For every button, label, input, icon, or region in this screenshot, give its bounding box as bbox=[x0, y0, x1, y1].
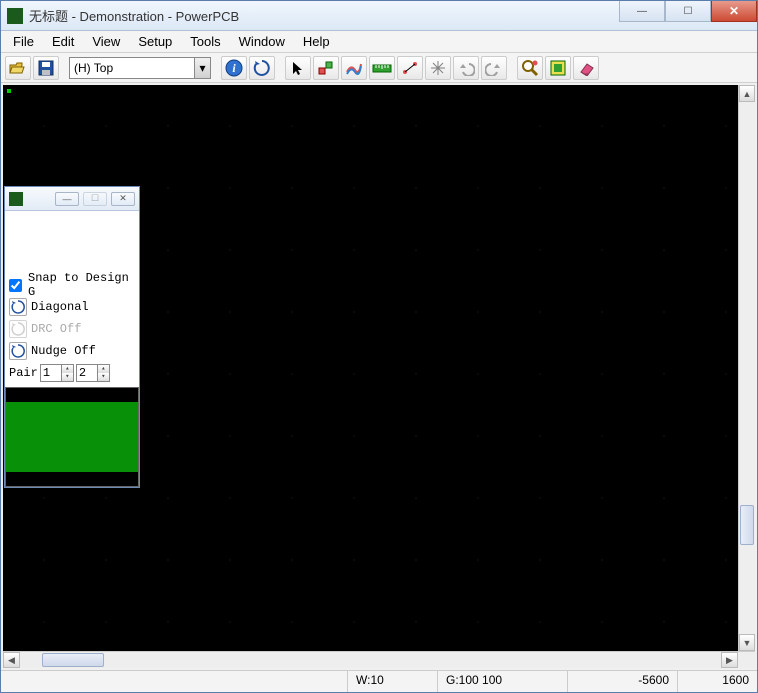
scroll-thumb[interactable] bbox=[740, 505, 754, 545]
save-button[interactable] bbox=[33, 56, 59, 80]
pair1-spinner[interactable]: ▴▾ bbox=[40, 364, 74, 382]
window-controls bbox=[619, 1, 757, 22]
dimension-icon bbox=[401, 60, 419, 76]
eraser-icon bbox=[577, 60, 595, 76]
layer-dropdown[interactable]: (H) Top ▾ bbox=[69, 57, 211, 79]
pair1-input[interactable] bbox=[41, 366, 61, 380]
route-icon bbox=[345, 60, 363, 76]
highlight-icon bbox=[549, 59, 567, 77]
status-grid: G:100 100 bbox=[437, 671, 567, 692]
layer-selected: (H) Top bbox=[74, 61, 113, 75]
save-icon bbox=[38, 60, 54, 76]
spin-down-icon[interactable]: ▾ bbox=[97, 373, 109, 381]
spin-up-icon[interactable]: ▴ bbox=[61, 365, 73, 373]
scroll-corner bbox=[738, 652, 755, 668]
cycle-icon bbox=[9, 320, 27, 338]
cycle-icon bbox=[9, 342, 27, 360]
tool-window-maximize[interactable]: ☐ bbox=[83, 192, 107, 206]
nudge-label: Nudge Off bbox=[31, 344, 96, 358]
tool-window-icon bbox=[9, 192, 23, 206]
snap-label: Snap to Design G bbox=[28, 271, 135, 299]
cycle-icon bbox=[9, 298, 27, 316]
scroll-left-icon[interactable]: ◀ bbox=[3, 652, 20, 668]
scroll-right-icon[interactable]: ▶ bbox=[721, 652, 738, 668]
app-icon bbox=[7, 8, 23, 24]
app-window: 无标题 - Demonstration - PowerPCB File Edit… bbox=[0, 0, 758, 693]
status-y: 1600 bbox=[677, 671, 757, 692]
status-empty bbox=[1, 671, 347, 692]
menu-view[interactable]: View bbox=[84, 32, 128, 51]
measure-button[interactable] bbox=[369, 56, 395, 80]
snap-row: Snap to Design G bbox=[9, 275, 135, 295]
vertical-scrollbar[interactable]: ▲ ▼ bbox=[738, 85, 755, 651]
horizontal-scrollbar[interactable]: ◀ ▶ bbox=[3, 651, 755, 668]
pointer-icon bbox=[290, 60, 306, 76]
minimize-button[interactable] bbox=[619, 1, 665, 22]
info-icon: i bbox=[225, 59, 243, 77]
zoom-icon bbox=[521, 59, 539, 77]
window-title: 无标题 - Demonstration - PowerPCB bbox=[29, 6, 239, 25]
scroll-thumb[interactable] bbox=[42, 653, 104, 667]
refresh-button[interactable] bbox=[249, 56, 275, 80]
diagonal-label: Diagonal bbox=[31, 300, 89, 314]
dimension-button[interactable] bbox=[397, 56, 423, 80]
diagonal-row[interactable]: Diagonal bbox=[9, 297, 135, 317]
undo-button[interactable] bbox=[453, 56, 479, 80]
spin-up-icon[interactable]: ▴ bbox=[97, 365, 109, 373]
tool-window-minimize[interactable]: — bbox=[55, 192, 79, 206]
drc-row: DRC Off bbox=[9, 319, 135, 339]
redo-button[interactable] bbox=[481, 56, 507, 80]
highlight-button[interactable] bbox=[545, 56, 571, 80]
layer-swatch bbox=[6, 402, 138, 472]
spin-down-icon[interactable]: ▾ bbox=[61, 373, 73, 381]
open-icon bbox=[9, 60, 27, 76]
status-x: -5600 bbox=[567, 671, 677, 692]
pick-icon bbox=[317, 60, 335, 76]
pointer-button[interactable] bbox=[285, 56, 311, 80]
menu-tools[interactable]: Tools bbox=[182, 32, 228, 51]
chevron-down-icon: ▾ bbox=[194, 58, 210, 78]
tool-window-close[interactable]: ✕ bbox=[111, 192, 135, 206]
menu-help[interactable]: Help bbox=[295, 32, 338, 51]
route-button[interactable] bbox=[341, 56, 367, 80]
drc-label: DRC Off bbox=[31, 322, 81, 336]
menu-window[interactable]: Window bbox=[231, 32, 293, 51]
refresh-icon bbox=[253, 59, 271, 77]
status-bar: W:10 G:100 100 -5600 1600 bbox=[1, 670, 757, 692]
undo-icon bbox=[457, 60, 475, 76]
titlebar[interactable]: 无标题 - Demonstration - PowerPCB bbox=[1, 1, 757, 31]
zoom-button[interactable] bbox=[517, 56, 543, 80]
menubar: File Edit View Setup Tools Window Help bbox=[1, 31, 757, 53]
pair2-spinner[interactable]: ▴▾ bbox=[76, 364, 110, 382]
redo-icon bbox=[485, 60, 503, 76]
open-button[interactable] bbox=[5, 56, 31, 80]
layer-preview bbox=[5, 387, 139, 487]
scroll-up-icon[interactable]: ▲ bbox=[739, 85, 755, 102]
nudge-row[interactable]: Nudge Off bbox=[9, 341, 135, 361]
origin-marker bbox=[7, 89, 11, 93]
menu-file[interactable]: File bbox=[5, 32, 42, 51]
status-width: W:10 bbox=[347, 671, 437, 692]
close-button[interactable] bbox=[711, 1, 757, 22]
menu-edit[interactable]: Edit bbox=[44, 32, 82, 51]
eraser-button[interactable] bbox=[573, 56, 599, 80]
pair-row: Pair ▴▾ ▴▾ bbox=[9, 363, 135, 383]
center-icon bbox=[429, 59, 447, 77]
measure-icon bbox=[372, 61, 392, 75]
tool-palette-window[interactable]: — ☐ ✕ Snap to Design G Diagonal DRC Off bbox=[4, 186, 140, 488]
pair2-input[interactable] bbox=[77, 366, 97, 380]
snap-checkbox[interactable] bbox=[9, 279, 22, 292]
tool-window-titlebar[interactable]: — ☐ ✕ bbox=[5, 187, 139, 211]
pick-button[interactable] bbox=[313, 56, 339, 80]
scroll-down-icon[interactable]: ▼ bbox=[739, 634, 755, 651]
menu-setup[interactable]: Setup bbox=[130, 32, 180, 51]
toolbar: (H) Top ▾ i bbox=[1, 53, 757, 83]
pair-label: Pair bbox=[9, 366, 38, 380]
maximize-button[interactable] bbox=[665, 1, 711, 22]
center-button[interactable] bbox=[425, 56, 451, 80]
info-button[interactable]: i bbox=[221, 56, 247, 80]
